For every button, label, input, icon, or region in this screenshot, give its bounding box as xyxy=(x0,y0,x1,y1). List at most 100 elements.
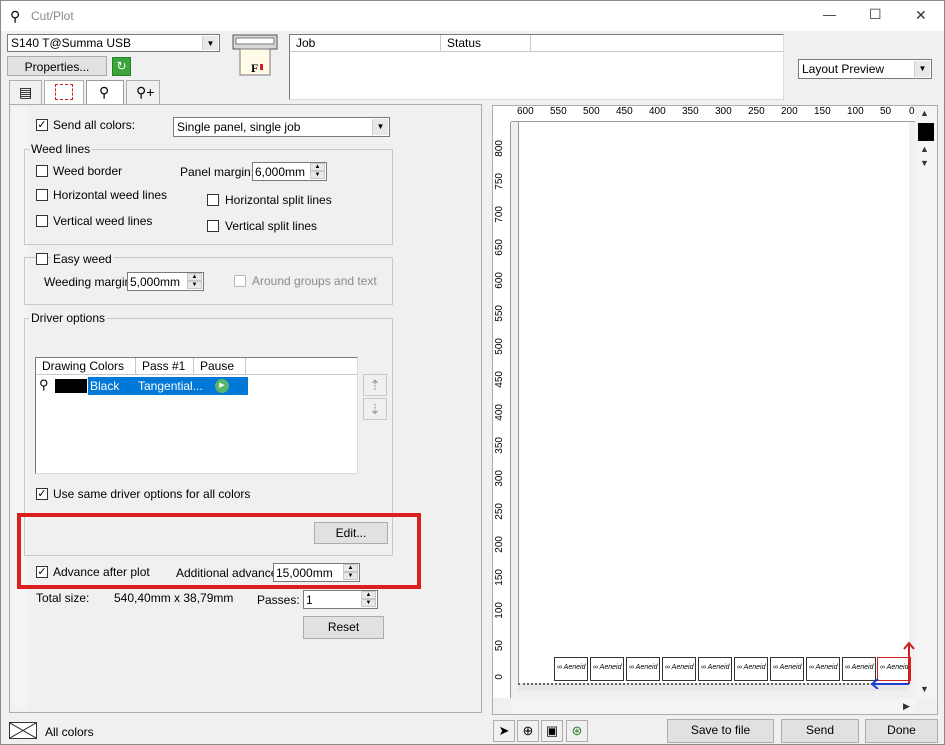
send-all-checkbox[interactable]: ✓ xyxy=(36,119,48,131)
scroll-down-icon[interactable]: ▼ xyxy=(920,684,929,694)
around-groups-checkbox xyxy=(234,275,246,287)
tab-more[interactable]: ⚲+ xyxy=(126,80,160,104)
done-button[interactable]: Done xyxy=(865,719,938,743)
zoom-in-icon[interactable]: ⊕ xyxy=(517,720,539,742)
plotter-icon: F xyxy=(230,32,280,78)
panel-tab-icon xyxy=(55,84,73,100)
scroll-line-down-icon[interactable]: ▼ xyxy=(920,158,929,168)
horizontal-weed-label: Horizontal weed lines xyxy=(53,188,168,202)
y-tick: 400 xyxy=(494,404,505,421)
cut-piece[interactable]: ∞ Aeneid xyxy=(734,657,768,681)
panel-margin-input[interactable]: 6,000mm ▲ ▼ xyxy=(252,162,327,181)
tab-general[interactable]: ▤ xyxy=(9,80,42,104)
y-tick: 600 xyxy=(494,272,505,289)
move-up-button[interactable]: ⇡ xyxy=(363,374,387,396)
cut-piece[interactable]: ∞ Aeneid xyxy=(806,657,840,681)
view-dropdown[interactable]: Layout Preview ▼ xyxy=(798,59,932,79)
tab-options[interactable]: ⚲ xyxy=(86,80,124,104)
x-tick: 600 xyxy=(517,106,534,117)
media-area[interactable] xyxy=(518,122,909,683)
spin-down-icon[interactable]: ▼ xyxy=(361,599,376,607)
x-tick: 250 xyxy=(748,106,765,117)
y-tick: 500 xyxy=(494,338,505,355)
passes-input[interactable]: 1 ▲ ▼ xyxy=(303,590,378,609)
scroll-thumb[interactable] xyxy=(918,123,934,141)
chevron-down-icon: ▼ xyxy=(914,61,930,77)
save-to-file-button[interactable]: Save to file xyxy=(667,719,774,743)
knife-plus-tab-icon: ⚲+ xyxy=(136,84,155,100)
drawing-colors-list[interactable]: Drawing Colors Pass #1 Pause ⚲ Black Tan… xyxy=(35,357,358,474)
horizontal-weed-checkbox[interactable] xyxy=(36,189,48,201)
x-tick: 0 xyxy=(909,106,915,117)
easy-weed-checkbox[interactable] xyxy=(36,253,48,265)
col-job[interactable]: Job xyxy=(290,35,441,51)
move-down-button[interactable]: ⇣ xyxy=(363,398,387,420)
minimize-button[interactable]: — xyxy=(823,7,836,22)
send-button[interactable]: Send xyxy=(781,719,859,743)
y-tick: 550 xyxy=(494,305,505,322)
weeding-margin-input[interactable]: 5,000mm ▲ ▼ xyxy=(127,272,204,291)
x-tick: 50 xyxy=(880,106,892,117)
chevron-down-icon: ▼ xyxy=(372,119,388,135)
zoom-fit-icon[interactable]: ⊛ xyxy=(566,720,588,742)
color-swatch xyxy=(55,379,87,393)
y-tick: 0 xyxy=(494,674,505,680)
pause-play-icon[interactable]: ▶ xyxy=(215,379,229,393)
reset-button[interactable]: Reset xyxy=(303,616,384,639)
job-mode-dropdown[interactable]: Single panel, single job ▼ xyxy=(173,117,390,137)
tab-panel[interactable] xyxy=(44,80,84,104)
around-groups-label: Around groups and text xyxy=(252,274,377,288)
origin-axes-icon xyxy=(867,639,917,690)
y-tick: 750 xyxy=(494,173,505,190)
cut-piece[interactable]: ∞ Aeneid xyxy=(698,657,732,681)
preview-v-scrollbar[interactable]: ▲ ▲ ▼ ▼ xyxy=(915,106,937,698)
media-edge xyxy=(518,683,909,691)
spin-up-icon[interactable]: ▲ xyxy=(361,591,376,599)
job-list[interactable]: Job Status xyxy=(289,34,784,100)
device-dropdown[interactable]: S140 T@Summa USB ▼ xyxy=(7,34,220,52)
preview-h-scrollbar[interactable]: ▶ xyxy=(511,698,915,714)
select-tool-icon[interactable]: ➤ xyxy=(493,720,515,742)
color-row[interactable]: ⚲ Black Tangential... ▶ xyxy=(36,377,248,395)
spin-up-icon[interactable]: ▲ xyxy=(310,163,325,171)
close-button[interactable]: ✕ xyxy=(915,7,927,24)
cut-piece[interactable]: ∞ Aeneid xyxy=(590,657,624,681)
spin-down-icon[interactable]: ▼ xyxy=(310,171,325,179)
h-split-checkbox[interactable] xyxy=(207,194,219,206)
knife-tab-icon: ⚲ xyxy=(99,84,110,100)
scroll-line-up-icon[interactable]: ▲ xyxy=(920,144,929,154)
refresh-icon[interactable]: ↻ xyxy=(112,57,131,76)
spin-up-icon[interactable]: ▲ xyxy=(187,273,202,281)
col-pass-1[interactable]: Pass #1 xyxy=(136,358,194,374)
maximize-button[interactable]: ☐ xyxy=(869,6,882,23)
cut-piece[interactable]: ∞ Aeneid xyxy=(554,657,588,681)
col-drawing-colors[interactable]: Drawing Colors xyxy=(36,358,136,374)
cut-piece[interactable]: ∞ Aeneid xyxy=(662,657,696,681)
same-options-checkbox[interactable]: ✓ xyxy=(36,488,48,500)
v-split-checkbox[interactable] xyxy=(207,220,219,232)
image-view-icon[interactable]: ▣ xyxy=(541,720,563,742)
device-value: S140 T@Summa USB xyxy=(11,36,132,50)
x-tick: 350 xyxy=(682,106,699,117)
x-tick: 550 xyxy=(550,106,567,117)
cut-piece[interactable]: ∞ Aeneid xyxy=(626,657,660,681)
passes-label: Passes: xyxy=(257,593,300,607)
chevron-down-icon: ▼ xyxy=(202,36,218,50)
properties-button[interactable]: Properties... xyxy=(7,56,107,76)
col-status[interactable]: Status xyxy=(441,35,531,51)
weed-border-checkbox[interactable] xyxy=(36,165,48,177)
y-tick: 250 xyxy=(494,503,505,520)
scroll-right-icon[interactable]: ▶ xyxy=(903,701,910,712)
y-tick: 50 xyxy=(494,640,505,652)
layout-preview[interactable]: 600 550 500 450 400 350 300 250 200 150 … xyxy=(492,105,938,715)
col-pause[interactable]: Pause xyxy=(194,358,246,374)
view-value: Layout Preview xyxy=(802,62,885,76)
x-tick: 500 xyxy=(583,106,600,117)
cut-piece[interactable]: ∞ Aeneid xyxy=(770,657,804,681)
passes-value: 1 xyxy=(306,593,313,607)
vertical-weed-checkbox[interactable] xyxy=(36,215,48,227)
spin-down-icon[interactable]: ▼ xyxy=(187,281,202,289)
scroll-up-icon[interactable]: ▲ xyxy=(920,108,929,118)
vertical-ruler: 800 750 700 650 600 550 500 450 400 350 … xyxy=(493,122,511,698)
drawing-colors-header: Drawing Colors Pass #1 Pause xyxy=(36,358,357,375)
